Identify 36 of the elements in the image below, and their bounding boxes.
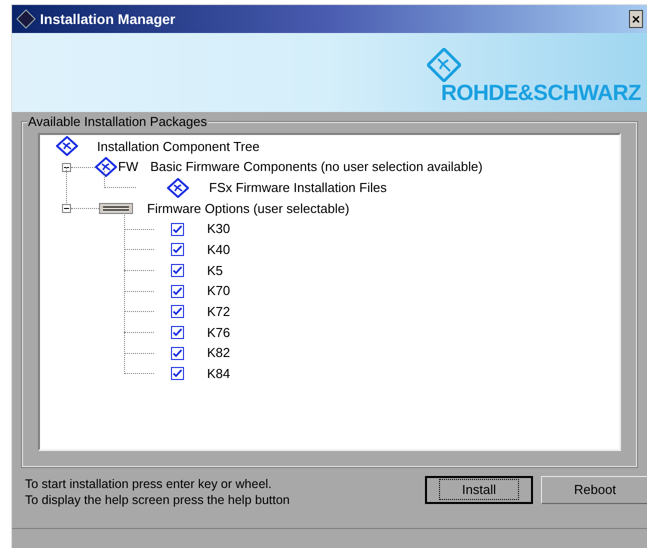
checkbox[interactable] xyxy=(171,346,184,360)
hint-text: To display the help screen press the help button xyxy=(25,492,291,508)
checkbox[interactable] xyxy=(171,305,184,318)
checkbox[interactable] xyxy=(171,222,184,236)
checkbox[interactable] xyxy=(171,264,184,277)
tree-item-label[interactable]: Firmware Options (user selectable) xyxy=(147,198,350,218)
tree-item-label[interactable]: K82 xyxy=(207,343,230,363)
checkbox[interactable] xyxy=(171,284,184,298)
checkbox[interactable] xyxy=(171,243,184,256)
push-button[interactable]: Reboot xyxy=(541,476,647,504)
tree-item-label[interactable]: K72 xyxy=(207,302,230,322)
push-button[interactable]: Install xyxy=(425,476,533,504)
tree-item-label[interactable]: K84 xyxy=(207,364,230,384)
brand-logo-text: ROHDE&SCHWARZ xyxy=(440,82,641,104)
collapse-toggle[interactable] xyxy=(62,204,71,213)
logo-icon xyxy=(427,48,461,82)
tree-item-label[interactable]: K5 xyxy=(207,260,223,280)
group-title: Available Installation Packages xyxy=(27,114,208,130)
window-title: Installation Manager xyxy=(40,10,176,29)
tree-item-label[interactable]: K76 xyxy=(207,322,230,342)
checkbox[interactable] xyxy=(171,326,184,340)
tree-item-label[interactable]: K40 xyxy=(207,240,230,260)
hint-text: To start installation press enter key or wheel. xyxy=(25,476,273,492)
tree-item-label[interactable]: Installation Component Tree xyxy=(97,136,260,156)
collapse-toggle[interactable] xyxy=(62,162,71,172)
logo-icon xyxy=(16,9,36,29)
tree-item-label[interactable]: Basic Firmware Components (no user selection available) xyxy=(150,157,483,177)
tree-item-label[interactable]: K30 xyxy=(207,219,230,239)
tree-item-label[interactable]: FSx Firmware Installation Files xyxy=(209,178,387,198)
diamond-logo-icon xyxy=(95,157,117,178)
tree-item-prefix: FW xyxy=(118,158,138,176)
diamond-logo-icon xyxy=(56,136,78,156)
checkbox[interactable] xyxy=(171,367,184,380)
diamond-logo-icon xyxy=(167,178,189,198)
close-button[interactable]: × xyxy=(629,10,643,28)
tree-item-label[interactable]: K70 xyxy=(207,281,230,301)
